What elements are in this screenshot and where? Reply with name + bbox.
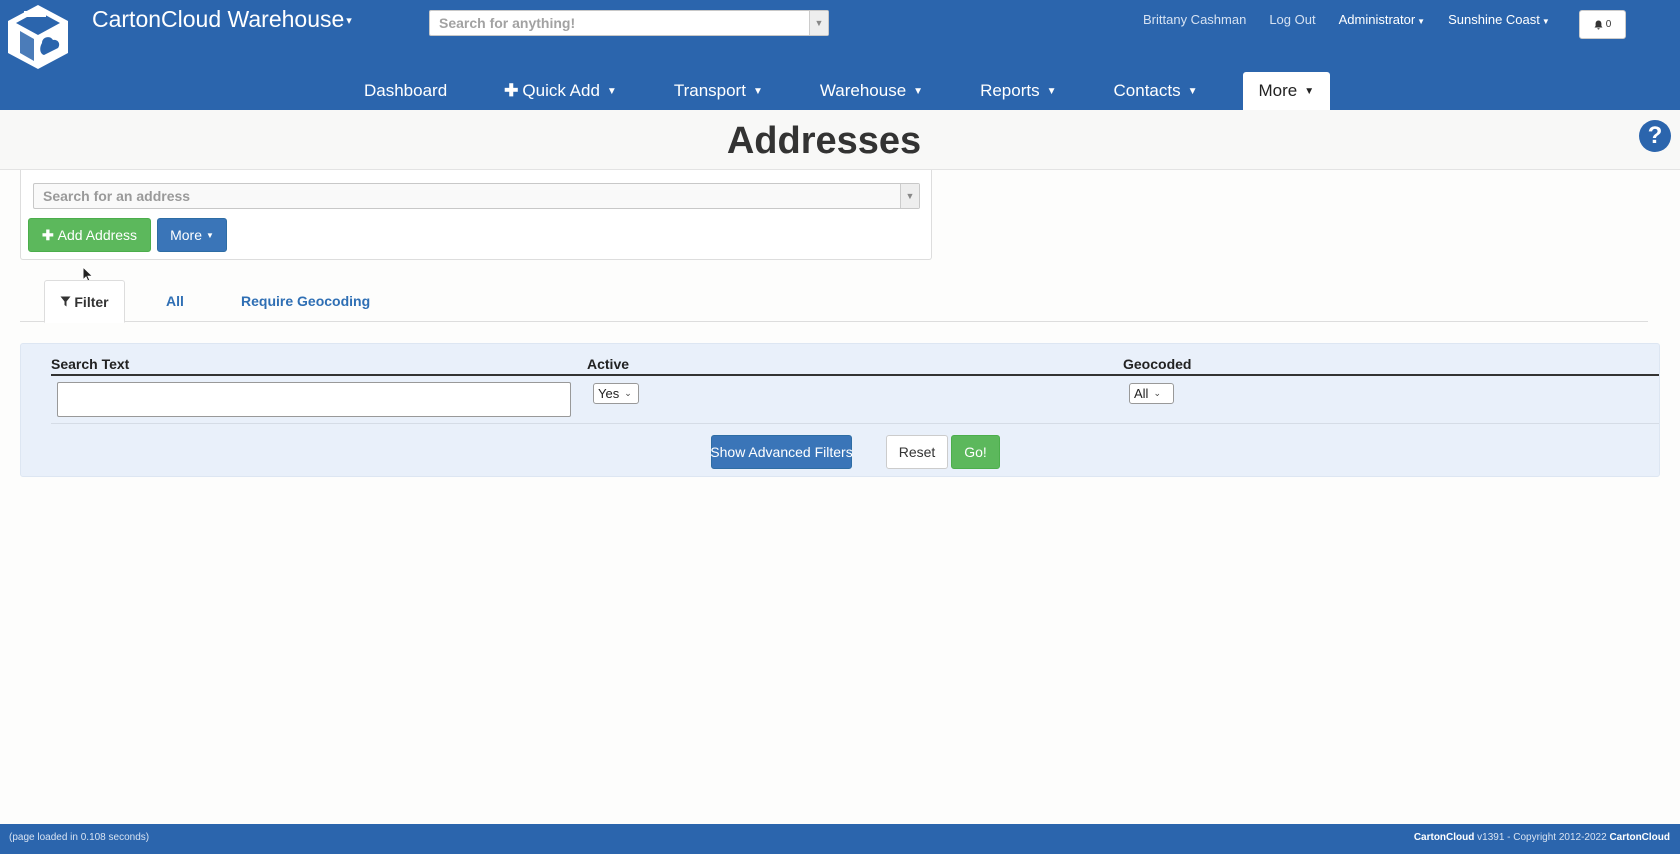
address-search-select[interactable]: ▼ xyxy=(33,183,920,209)
role-label: Administrator xyxy=(1338,12,1416,27)
nav-label: Transport xyxy=(673,81,746,100)
nav-contacts[interactable]: Contacts ▼ xyxy=(1102,72,1210,110)
chevron-down-icon: ▼ xyxy=(205,230,214,240)
select-arrow-icon[interactable]: ▼ xyxy=(809,11,828,35)
active-header: Active xyxy=(587,356,630,372)
nav-quick-add[interactable]: ✚ Quick Add ▼ xyxy=(492,72,629,110)
copyright-text: CartonCloud v1391 - Copyright 2012-2022 … xyxy=(1414,832,1670,843)
chevron-down-icon: ▼ xyxy=(1187,85,1198,97)
global-search-input[interactable] xyxy=(430,11,828,35)
nav-more[interactable]: More ▼ xyxy=(1242,72,1331,110)
geocoded-select-value: All xyxy=(1134,386,1149,401)
search-text-header: Search Text xyxy=(51,356,130,372)
tab-label: Require Geocoding xyxy=(241,293,371,309)
chevron-down-icon: ▼ xyxy=(1417,17,1426,26)
geocoded-header: Geocoded xyxy=(1123,356,1192,372)
address-tabs: Filter All Require Geocoding xyxy=(20,280,1648,323)
chevron-down-icon: ⌄ xyxy=(1153,388,1161,398)
main-nav: Dashboard ✚ Quick Add ▼ Transport ▼ Warehou… xyxy=(352,72,1331,110)
footer-brand: CartonCloud xyxy=(1413,832,1475,843)
notifications-button[interactable]: 0 xyxy=(1579,10,1626,39)
footer-brand-link[interactable]: CartonCloud xyxy=(1609,832,1670,843)
brand-menu[interactable]: CartonCloud Warehouse ▾ xyxy=(92,6,352,33)
nav-label: Quick Add xyxy=(522,81,600,100)
page-footer: (page loaded in 0.108 seconds) CartonClo… xyxy=(0,824,1680,854)
page-title-bar: Addresses ? xyxy=(0,110,1680,170)
help-icon[interactable]: ? xyxy=(1639,120,1671,152)
select-arrow-icon[interactable]: ▼ xyxy=(900,184,919,208)
go-button[interactable]: Go! xyxy=(951,435,1000,469)
chevron-down-icon: ▼ xyxy=(752,85,763,97)
add-address-button[interactable]: ✚ Add Address xyxy=(28,218,151,252)
global-search-select[interactable]: ▼ xyxy=(429,10,829,36)
top-header: CartonCloud Warehouse▾ ▼ Brittany Cashma… xyxy=(0,0,1680,110)
active-select[interactable]: Yes ⌄ xyxy=(593,383,639,404)
nav-label: Warehouse xyxy=(819,81,907,100)
tab-require-geocoding[interactable]: Require Geocoding xyxy=(241,280,370,322)
chevron-down-icon: ▼ xyxy=(606,85,617,97)
user-links: Brittany Cashman Log Out Administrator ▼ … xyxy=(1143,12,1573,27)
nav-label: Contacts xyxy=(1113,81,1181,100)
header-divider xyxy=(51,374,1659,376)
page-load-time: (page loaded in 0.108 seconds) xyxy=(9,832,150,843)
chevron-down-icon: ▼ xyxy=(1541,17,1550,26)
show-advanced-filters-button[interactable]: Show Advanced Filters xyxy=(710,435,853,469)
address-search-panel: ▼ ✚Add Address More▼ xyxy=(20,170,932,260)
chevron-down-icon: ▼ xyxy=(1046,85,1057,97)
active-select-value: Yes xyxy=(598,386,620,401)
search-text-input[interactable] xyxy=(57,382,571,417)
geocoded-select[interactable]: All ⌄ xyxy=(1129,383,1174,404)
tab-all[interactable]: All xyxy=(166,280,184,322)
plus-icon: ✚ xyxy=(41,226,54,243)
more-actions-button[interactable]: More ▼ xyxy=(157,218,227,252)
tab-label: All xyxy=(166,293,184,309)
more-label: More xyxy=(170,227,202,243)
nav-label: More xyxy=(1258,81,1298,100)
chevron-down-icon: ▼ xyxy=(913,85,924,97)
nav-label: Dashboard xyxy=(364,81,448,100)
chevron-down-icon: ⌄ xyxy=(624,388,632,398)
location-label: Sunshine Coast xyxy=(1448,12,1540,27)
nav-label: Reports xyxy=(980,81,1040,100)
brand-name: CartonCloud Warehouse xyxy=(92,6,345,32)
nav-reports[interactable]: Reports ▼ xyxy=(968,72,1068,110)
location-dropdown[interactable]: Sunshine Coast ▼ xyxy=(1448,12,1550,27)
nav-warehouse[interactable]: Warehouse ▼ xyxy=(808,72,935,110)
nav-transport[interactable]: Transport ▼ xyxy=(662,72,775,110)
cartoncloud-logo-icon[interactable] xyxy=(6,3,70,71)
role-dropdown[interactable]: Administrator ▼ xyxy=(1339,12,1426,27)
reset-button[interactable]: Reset xyxy=(886,435,948,469)
tab-label: Filter xyxy=(74,293,109,310)
chevron-down-icon: ▼ xyxy=(1304,85,1315,97)
page-title: Addresses xyxy=(726,120,922,162)
notification-count: 0 xyxy=(1605,19,1612,30)
plus-icon: ✚ xyxy=(504,81,519,100)
nav-dashboard[interactable]: Dashboard xyxy=(352,72,459,110)
logout-link[interactable]: Log Out xyxy=(1269,12,1315,27)
tab-filter[interactable]: Filter xyxy=(44,280,125,323)
filter-icon xyxy=(60,296,71,307)
bell-icon xyxy=(1594,20,1603,29)
address-search-input[interactable] xyxy=(34,184,919,208)
row-divider xyxy=(51,423,1659,424)
chevron-down-icon: ▾ xyxy=(346,15,352,28)
user-name-link[interactable]: Brittany Cashman xyxy=(1143,12,1246,27)
filter-panel: Search Text Active Geocoded Yes ⌄ All ⌄ Sh… xyxy=(20,343,1660,477)
footer-version: v1391 - Copyright 2012-2022 xyxy=(1474,832,1610,843)
add-address-label: Add Address xyxy=(57,227,138,243)
